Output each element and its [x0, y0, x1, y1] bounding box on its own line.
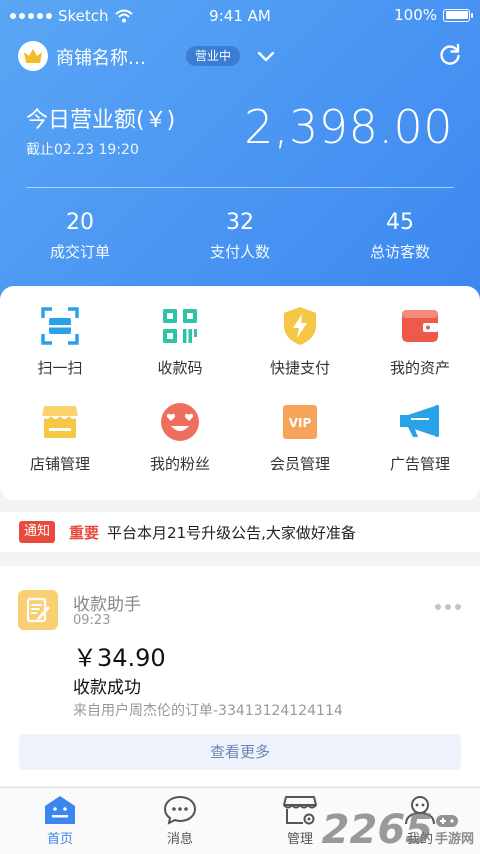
- tab-messages[interactable]: 消息: [120, 788, 240, 854]
- note-icon: [18, 590, 58, 630]
- watermark-text: 手游网: [434, 832, 474, 847]
- feature-assets[interactable]: 我的资产: [360, 304, 480, 378]
- wallet-icon: [398, 304, 442, 348]
- feature-label: 广告管理: [389, 455, 450, 473]
- stat-visitors[interactable]: 45 总访客数: [320, 210, 480, 262]
- tab-label: 管理: [286, 832, 313, 847]
- qrcode-icon: [158, 304, 202, 348]
- payment-source: 来自用户周杰伦的订单-33413124124114: [73, 703, 343, 719]
- assistant-title: 收款助手: [73, 595, 141, 615]
- feature-label: 店铺管理: [29, 455, 90, 473]
- chevron-down-icon[interactable]: [256, 46, 276, 66]
- payment-result: 收款成功: [73, 678, 141, 698]
- header-panel: Sketch 9:41 AM 100% 商铺名称… 营业中 今日营业额(￥) 截…: [0, 0, 480, 330]
- feature-qrcode[interactable]: 收款码: [120, 304, 240, 378]
- revenue-amount: 2,398.00: [244, 100, 453, 154]
- fans-icon: [158, 400, 202, 444]
- revenue-date: 截止02.23 19:20: [26, 142, 139, 158]
- stat-orders[interactable]: 20 成交订单: [0, 210, 160, 262]
- feature-label: 扫一扫: [37, 359, 83, 377]
- tab-label: 首页: [46, 832, 73, 847]
- feature-label: 会员管理: [269, 455, 330, 473]
- gamepad-icon: [435, 815, 458, 827]
- quick-pay-icon: [278, 304, 322, 348]
- shop-bar: 商铺名称… 营业中: [18, 40, 462, 72]
- store-icon: [38, 400, 82, 444]
- view-more-button[interactable]: 查看更多: [19, 734, 461, 770]
- divider: [26, 187, 454, 188]
- feature-ads[interactable]: 广告管理: [360, 400, 480, 474]
- watermark-number: 2265: [321, 807, 433, 853]
- notice-important-label: 重要: [69, 523, 100, 542]
- home-icon: [45, 796, 75, 824]
- watermark-logo: 2265 手游网: [322, 810, 474, 850]
- battery-icon: [443, 8, 473, 22]
- feature-label: 我的粉丝: [149, 455, 210, 473]
- scan-icon: [38, 304, 82, 348]
- stats-row: 20 成交订单 32 支付人数 45 总访客数: [0, 210, 480, 262]
- crown-avatar-icon[interactable]: [18, 41, 48, 71]
- status-badge: 营业中: [186, 46, 241, 66]
- vip-icon: VIP: [278, 400, 322, 444]
- battery-percent: 100%: [394, 6, 437, 24]
- revenue-title: 今日营业额(￥): [26, 108, 176, 133]
- stat-label: 总访客数: [369, 243, 430, 261]
- notice-message[interactable]: 平台本月21号升级公告,大家做好准备: [107, 522, 356, 543]
- stat-value: 32: [226, 210, 254, 235]
- feature-label: 我的资产: [389, 359, 450, 377]
- stat-label: 成交订单: [49, 243, 110, 261]
- refresh-icon[interactable]: [438, 43, 462, 67]
- message-icon: [163, 795, 197, 825]
- payment-amount: ￥34.90: [73, 644, 166, 672]
- feature-grid-card: 扫一扫 收款码 快捷支付 我的资产 店铺管理 我的粉丝 VIP 会员管理 广告管…: [0, 286, 480, 500]
- more-options-icon[interactable]: [435, 604, 461, 610]
- stat-value: 20: [66, 210, 94, 235]
- notice-tag: 通知: [19, 521, 56, 543]
- feature-fans[interactable]: 我的粉丝: [120, 400, 240, 474]
- feature-store[interactable]: 店铺管理: [0, 400, 120, 474]
- tab-home[interactable]: 首页: [0, 788, 120, 854]
- shop-name[interactable]: 商铺名称…: [56, 44, 146, 70]
- tab-label: 消息: [166, 832, 193, 847]
- stat-payers[interactable]: 32 支付人数: [160, 210, 320, 262]
- megaphone-icon: [398, 400, 442, 444]
- stat-value: 45: [386, 210, 414, 235]
- feature-label: 收款码: [157, 359, 203, 377]
- stat-label: 支付人数: [209, 243, 270, 261]
- notice-bar[interactable]: 通知 重要 平台本月21号升级公告,大家做好准备: [0, 512, 480, 552]
- assistant-time: 09:23: [73, 613, 111, 628]
- payment-assistant-card: 收款助手 09:23 ￥34.90 收款成功 来自用户周杰伦的订单-334131…: [0, 566, 480, 786]
- feature-label: 快捷支付: [269, 359, 330, 377]
- feature-vip[interactable]: VIP 会员管理: [240, 400, 360, 474]
- manage-icon: [283, 796, 317, 825]
- feature-scan[interactable]: 扫一扫: [0, 304, 120, 378]
- status-bar: Sketch 9:41 AM 100%: [0, 0, 480, 32]
- svg-text:VIP: VIP: [289, 416, 312, 430]
- feature-quick-pay[interactable]: 快捷支付: [240, 304, 360, 378]
